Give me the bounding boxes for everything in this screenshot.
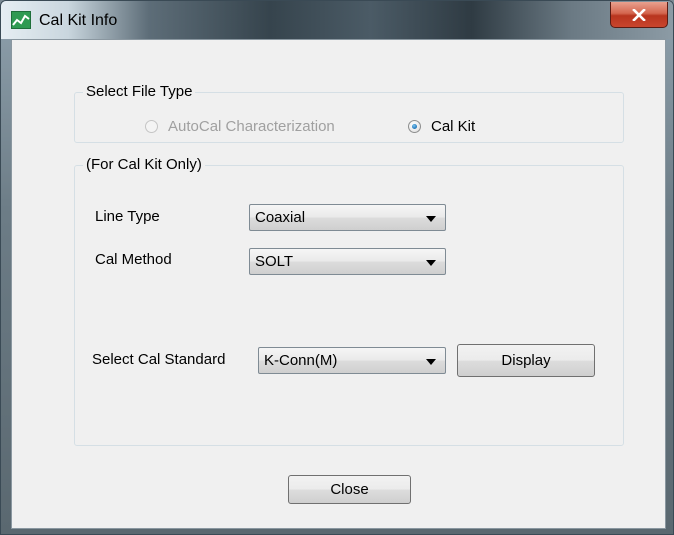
autocal-characterization-label: AutoCal Characterization (168, 118, 335, 135)
window-close-button[interactable] (610, 2, 668, 28)
window-title: Cal Kit Info (39, 12, 118, 29)
line-type-dropdown[interactable]: Coaxial (249, 204, 446, 231)
select-file-type-legend: Select File Type (83, 83, 196, 100)
cal-method-dropdown[interactable]: SOLT (249, 248, 446, 275)
chevron-down-icon (426, 216, 436, 222)
cal-kit-only-legend: (For Cal Kit Only) (83, 156, 205, 173)
cal-kit-label: Cal Kit (431, 118, 476, 135)
cal-kit-info-window: Cal Kit Info Select File Type AutoCal Ch… (0, 0, 674, 535)
select-cal-standard-label: Select Cal Standard (92, 351, 226, 368)
select-file-type-group: Select File Type AutoCal Characterizatio… (74, 83, 624, 143)
line-type-label: Line Type (95, 208, 160, 225)
chevron-down-icon (426, 260, 436, 266)
title-bar[interactable]: Cal Kit Info (1, 1, 673, 39)
cal-method-label: Cal Method (95, 251, 172, 268)
autocal-characterization-radio[interactable]: AutoCal Characterization (145, 118, 335, 135)
dialog-content: Select File Type AutoCal Characterizatio… (11, 39, 666, 529)
chevron-down-icon (426, 359, 436, 365)
line-type-value: Coaxial (255, 209, 306, 226)
close-button[interactable]: Close (288, 475, 411, 504)
close-icon (632, 8, 646, 21)
app-icon (11, 11, 31, 29)
radio-button-icon (145, 120, 158, 133)
radio-button-icon (408, 120, 421, 133)
cal-standard-dropdown[interactable]: K-Conn(M) (258, 347, 446, 374)
cal-kit-radio[interactable]: Cal Kit (408, 118, 475, 135)
display-button[interactable]: Display (457, 344, 595, 377)
cal-method-value: SOLT (255, 253, 294, 270)
cal-standard-value: K-Conn(M) (264, 352, 338, 369)
